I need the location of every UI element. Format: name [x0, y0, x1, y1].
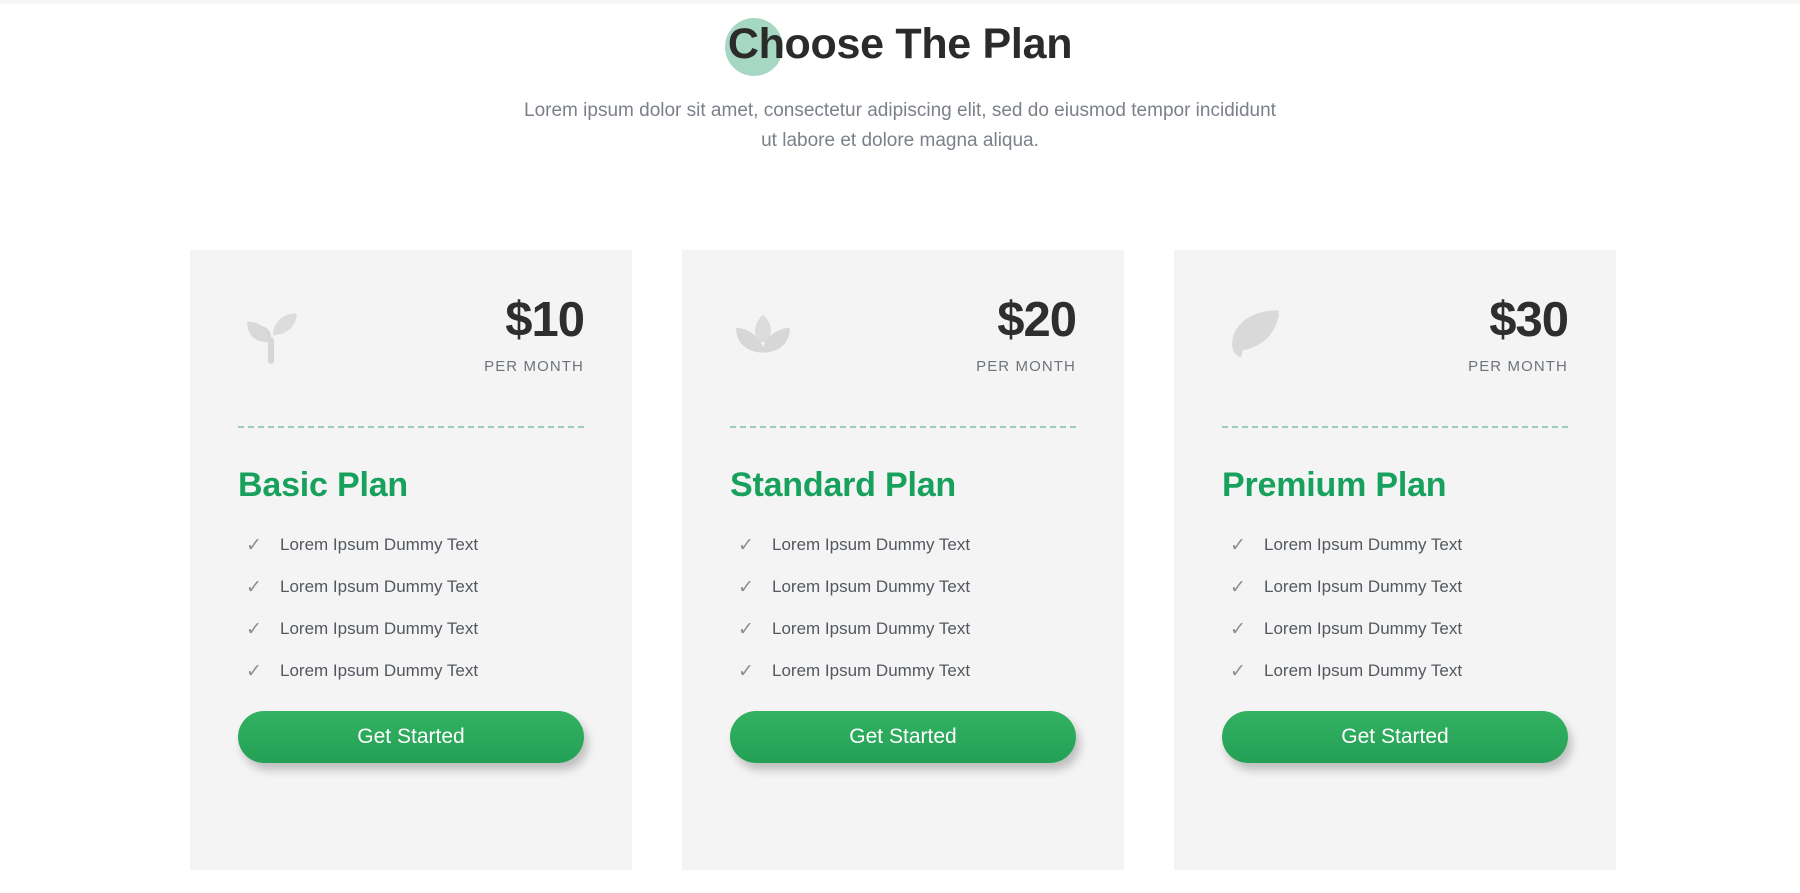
feature-label: Lorem Ipsum Dummy Text: [1264, 535, 1463, 554]
check-icon: ✓: [1230, 618, 1246, 640]
feature-label: Lorem Ipsum Dummy Text: [1264, 619, 1463, 638]
card-divider: [1222, 426, 1568, 428]
feature-list: ✓ Lorem Ipsum Dummy Text ✓ Lorem Ipsum D…: [238, 535, 584, 681]
page-subtitle: Lorem ipsum dolor sit amet, consectetur …: [524, 99, 1276, 152]
card-header: $10 PER MONTH: [238, 293, 585, 404]
lotus-icon: [730, 300, 796, 366]
feature-label: Lorem Ipsum Dummy Text: [772, 619, 971, 638]
list-item: ✓ Lorem Ipsum Dummy Text: [1222, 535, 1568, 555]
get-started-button[interactable]: Get Started: [238, 711, 584, 763]
list-item: ✓ Lorem Ipsum Dummy Text: [1222, 619, 1568, 639]
feature-label: Lorem Ipsum Dummy Text: [1264, 577, 1463, 596]
check-icon: ✓: [738, 618, 754, 640]
check-icon: ✓: [738, 660, 754, 682]
list-item: ✓ Lorem Ipsum Dummy Text: [730, 619, 1076, 639]
feature-label: Lorem Ipsum Dummy Text: [1264, 661, 1463, 680]
cta-wrap: Get Started: [730, 711, 1076, 763]
leaf-icon: [1222, 300, 1288, 366]
list-item: ✓ Lorem Ipsum Dummy Text: [238, 577, 584, 597]
pricing-card-premium[interactable]: $30 PER MONTH Premium Plan ✓ Lorem Ipsum…: [1174, 250, 1616, 870]
sprout-icon: [238, 300, 304, 366]
list-item: ✓ Lorem Ipsum Dummy Text: [238, 661, 584, 681]
check-icon: ✓: [1230, 660, 1246, 682]
check-icon: ✓: [246, 618, 262, 640]
pricing-card-basic[interactable]: $10 PER MONTH Basic Plan ✓ Lorem Ipsum D…: [190, 250, 632, 870]
plan-price: $20: [997, 293, 1077, 347]
check-icon: ✓: [246, 660, 262, 682]
price-box: $10 PER MONTH: [484, 293, 585, 376]
plan-price-period: PER MONTH: [976, 358, 1076, 375]
feature-label: Lorem Ipsum Dummy Text: [280, 619, 479, 638]
plan-price-period: PER MONTH: [1468, 358, 1568, 375]
pricing-page: Choose The Plan Lorem ipsum dolor sit am…: [0, 0, 1800, 893]
get-started-button[interactable]: Get Started: [730, 711, 1076, 763]
list-item: ✓ Lorem Ipsum Dummy Text: [1222, 661, 1568, 681]
cta-wrap: Get Started: [1222, 711, 1568, 763]
plan-name: Standard Plan: [730, 466, 957, 504]
price-box: $20 PER MONTH: [976, 293, 1077, 376]
list-item: ✓ Lorem Ipsum Dummy Text: [238, 535, 584, 555]
page-title: Choose The Plan: [727, 20, 1073, 68]
pricing-card-standard[interactable]: $20 PER MONTH Standard Plan ✓ Lorem Ipsu…: [682, 250, 1124, 870]
page-header: Choose The Plan Lorem ipsum dolor sit am…: [0, 0, 1800, 157]
feature-label: Lorem Ipsum Dummy Text: [280, 535, 479, 554]
list-item: ✓ Lorem Ipsum Dummy Text: [730, 661, 1076, 681]
card-divider: [238, 426, 584, 428]
check-icon: ✓: [1230, 576, 1246, 598]
check-icon: ✓: [246, 534, 262, 556]
feature-label: Lorem Ipsum Dummy Text: [772, 661, 971, 680]
list-item: ✓ Lorem Ipsum Dummy Text: [730, 577, 1076, 597]
cta-wrap: Get Started: [238, 711, 584, 763]
plan-name: Basic Plan: [238, 466, 408, 504]
check-icon: ✓: [738, 576, 754, 598]
feature-label: Lorem Ipsum Dummy Text: [772, 577, 971, 596]
page-title-wrap: Choose The Plan: [718, 18, 1082, 76]
plan-price: $10: [505, 293, 585, 347]
plan-name: Premium Plan: [1222, 466, 1447, 504]
price-box: $30 PER MONTH: [1468, 293, 1569, 376]
feature-list: ✓ Lorem Ipsum Dummy Text ✓ Lorem Ipsum D…: [1222, 535, 1568, 681]
card-header: $30 PER MONTH: [1222, 293, 1569, 404]
feature-label: Lorem Ipsum Dummy Text: [280, 661, 479, 680]
check-icon: ✓: [246, 576, 262, 598]
get-started-button[interactable]: Get Started: [1222, 711, 1568, 763]
list-item: ✓ Lorem Ipsum Dummy Text: [238, 619, 584, 639]
check-icon: ✓: [1230, 534, 1246, 556]
list-item: ✓ Lorem Ipsum Dummy Text: [730, 535, 1076, 555]
check-icon: ✓: [738, 534, 754, 556]
card-header: $20 PER MONTH: [730, 293, 1077, 404]
card-divider: [730, 426, 1076, 428]
feature-label: Lorem Ipsum Dummy Text: [280, 577, 479, 596]
plan-price: $30: [1489, 293, 1569, 347]
feature-list: ✓ Lorem Ipsum Dummy Text ✓ Lorem Ipsum D…: [730, 535, 1076, 681]
pricing-cards: $10 PER MONTH Basic Plan ✓ Lorem Ipsum D…: [190, 250, 1616, 870]
plan-price-period: PER MONTH: [484, 358, 584, 375]
feature-label: Lorem Ipsum Dummy Text: [772, 535, 971, 554]
list-item: ✓ Lorem Ipsum Dummy Text: [1222, 577, 1568, 597]
